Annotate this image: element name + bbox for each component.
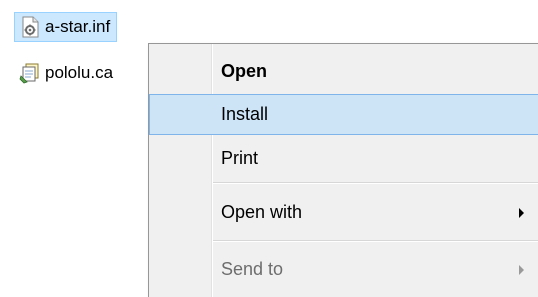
menu-item-label: Install <box>221 104 269 124</box>
menu-item-label: Send to <box>221 259 284 279</box>
menu-item-label: Open <box>221 61 268 81</box>
menu-item-label: Print <box>221 148 259 168</box>
menu-item-open-with[interactable]: Open with <box>149 192 538 233</box>
menu-item-open[interactable]: Open <box>149 51 538 92</box>
context-menu: Open Install Print Open with Send to <box>148 43 538 297</box>
catalog-file-icon <box>19 62 41 84</box>
menu-item-label: Open with <box>221 202 303 222</box>
menu-separator <box>213 240 538 242</box>
submenu-arrow-icon <box>519 264 524 275</box>
menu-item-install[interactable]: Install <box>149 94 538 135</box>
file-item-a-star-inf[interactable]: a-star.inf <box>14 12 118 42</box>
explorer-window: a-star.inf pololu.ca Open Install Print … <box>0 0 538 297</box>
file-name: pololu.ca <box>45 63 114 82</box>
submenu-arrow-icon <box>519 207 524 218</box>
menu-item-print[interactable]: Print <box>149 138 538 179</box>
file-item-pololu-cat[interactable]: pololu.ca <box>15 58 113 88</box>
menu-item-send-to[interactable]: Send to <box>149 249 538 290</box>
menu-separator <box>213 182 538 184</box>
file-name: a-star.inf <box>45 17 111 36</box>
settings-file-icon <box>19 16 41 38</box>
